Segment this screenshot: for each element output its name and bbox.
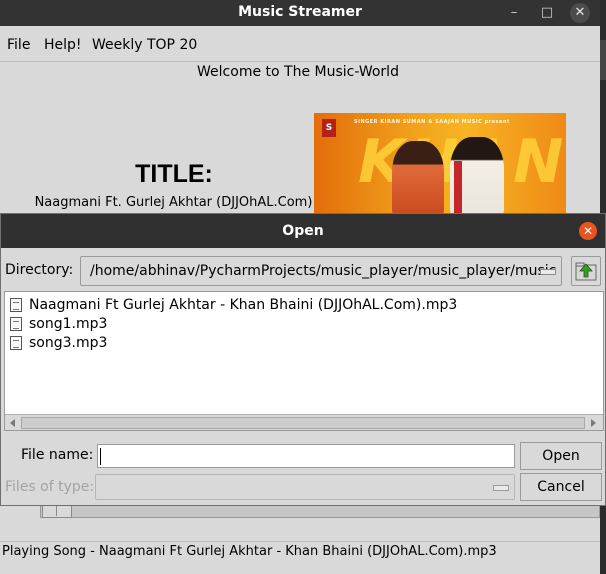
files-of-type-label: Files of type: [5, 479, 95, 495]
minimize-button[interactable]: – [504, 3, 524, 23]
dialog-close-button[interactable]: ✕ [579, 222, 597, 240]
list-item[interactable]: Naagmani Ft Gurlej Akhtar - Khan Bhaini … [8, 296, 568, 315]
background-window-edge [600, 40, 606, 80]
directory-value: /home/abhinav/PycharmProjects/music_play… [90, 263, 557, 279]
scrollbar-thumb[interactable] [21, 417, 585, 429]
file-name: song3.mp3 [29, 335, 108, 351]
cancel-button[interactable]: Cancel [520, 473, 602, 501]
file-icon [10, 298, 22, 312]
dialog-title: Open [282, 223, 324, 239]
files-of-type-combobox[interactable] [95, 474, 515, 500]
maximize-button[interactable]: □ [537, 3, 557, 23]
file-name: Naagmani Ft Gurlej Akhtar - Khan Bhaini … [29, 297, 458, 313]
file-icon [10, 317, 22, 331]
scroll-left-icon[interactable] [6, 417, 20, 429]
scroll-right-icon[interactable] [586, 417, 600, 429]
welcome-text: Welcome to The Music-World [197, 64, 399, 80]
text-caret [100, 448, 101, 465]
list-item[interactable]: song1.mp3 [8, 315, 568, 334]
menubar: File Help! Weekly TOP 20 [0, 28, 600, 62]
close-button[interactable]: ✕ [570, 3, 590, 23]
main-titlebar[interactable]: Music Streamer – □ ✕ [0, 0, 600, 26]
status-bar: Playing Song - Naagmani Ft Gurlej Akhtar… [0, 541, 600, 561]
progress-slider-trough[interactable] [40, 504, 600, 518]
dropdown-icon [493, 485, 509, 491]
file-name: song1.mp3 [29, 316, 108, 332]
parent-directory-button[interactable] [571, 256, 601, 286]
open-button[interactable]: Open [520, 442, 602, 470]
menu-file[interactable]: File [7, 37, 30, 53]
file-name-input[interactable] [97, 444, 515, 468]
progress-slider-handle[interactable] [42, 504, 72, 518]
list-item[interactable]: song3.mp3 [8, 334, 568, 353]
album-art-woman [392, 141, 444, 213]
menu-help[interactable]: Help! [44, 37, 82, 53]
file-list[interactable]: Naagmani Ft Gurlej Akhtar - Khan Bhaini … [4, 291, 604, 431]
file-icon [10, 336, 22, 350]
directory-label: Directory: [5, 262, 74, 278]
album-art-top-text: SINGER KIRAN SUMAN & SAAJAN MUSIC presen… [354, 119, 510, 125]
horizontal-scrollbar[interactable] [5, 414, 603, 430]
album-art-logo: S [322, 119, 336, 137]
song-title: Naagmani Ft. Gurlej Akhtar (DJJOhAL.Com) [34, 195, 313, 210]
slider-handle-grip [56, 506, 57, 516]
title-heading: TITLE: [135, 160, 213, 188]
dialog-titlebar[interactable]: Open ✕ [1, 214, 605, 248]
dropdown-icon [540, 269, 556, 275]
album-art-image: KHAN S SINGER KIRAN SUMAN & SAAJAN MUSIC… [314, 113, 566, 213]
folder-up-icon [575, 262, 597, 281]
directory-combobox[interactable]: /home/abhinav/PycharmProjects/music_play… [80, 256, 562, 286]
open-dialog: Open ✕ Directory: /home/abhinav/PycharmP… [0, 213, 606, 506]
status-text: Playing Song - Naagmani Ft Gurlej Akhtar… [2, 544, 497, 559]
album-art-jacket-stripe [454, 161, 462, 213]
file-name-label: File name: [21, 447, 94, 463]
menu-weekly-top-20[interactable]: Weekly TOP 20 [92, 37, 197, 53]
